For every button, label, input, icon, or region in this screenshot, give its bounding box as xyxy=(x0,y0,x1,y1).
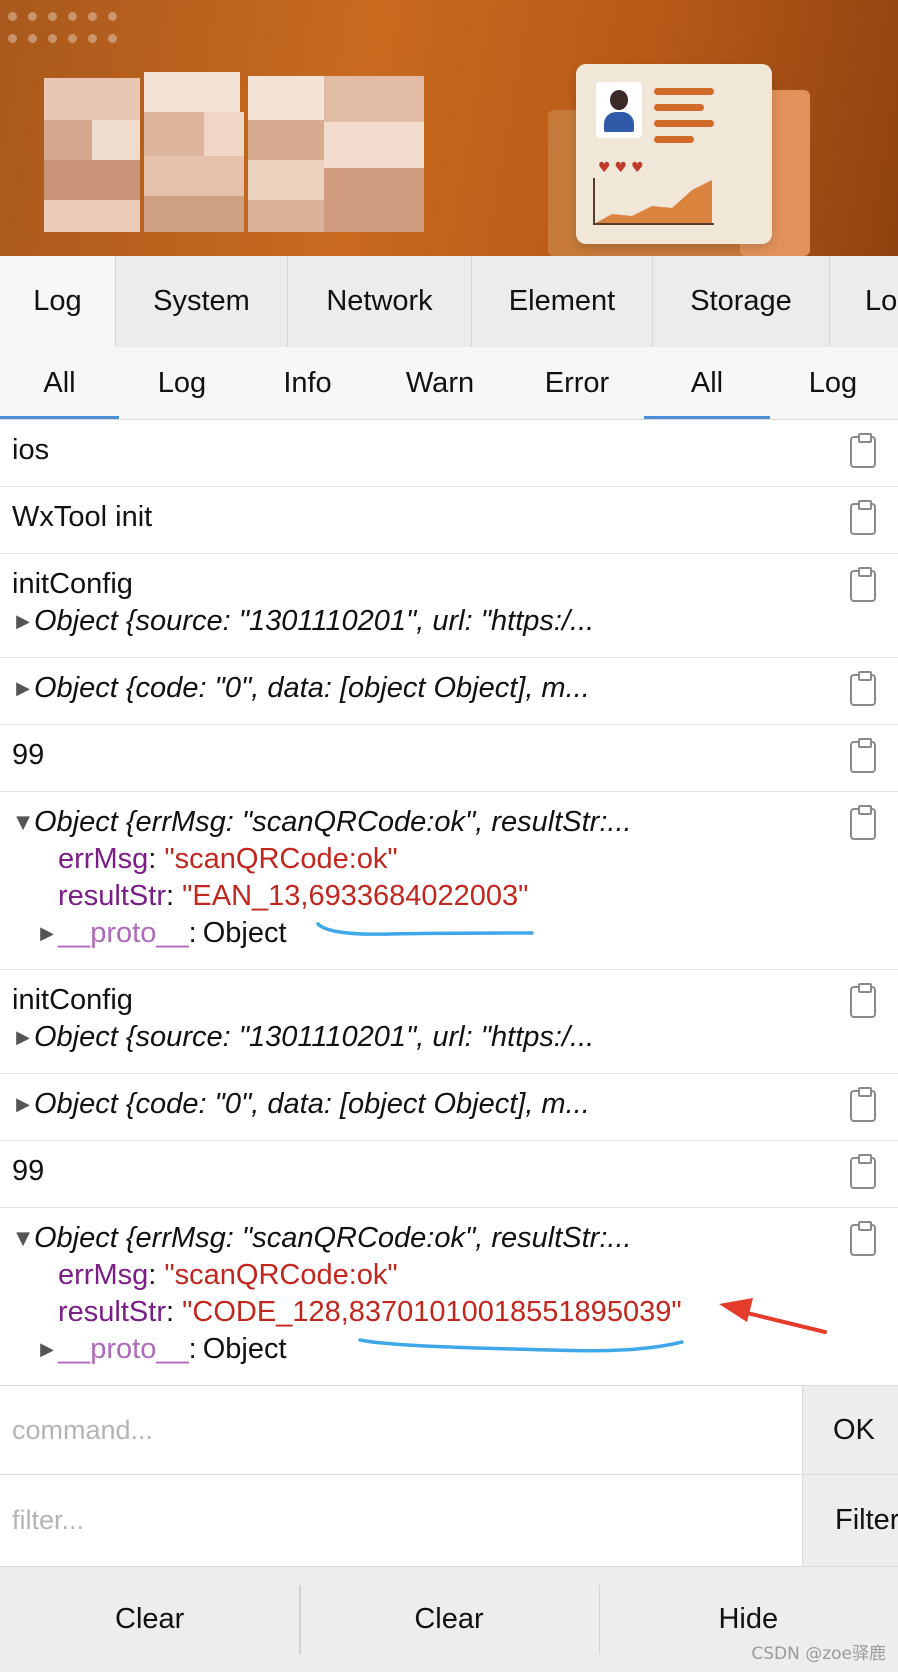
subtab-error[interactable]: Error xyxy=(510,347,644,419)
property-value: Object xyxy=(202,917,287,949)
property-value: "CODE_128,83701010018551895039" xyxy=(182,1296,682,1328)
illustration-bar xyxy=(654,136,694,143)
hearts-icon: ♥♥♥ xyxy=(598,160,648,176)
collapse-triangle-icon[interactable]: ▼ xyxy=(12,804,34,841)
avatar-illustration xyxy=(596,82,642,138)
illustration-bar xyxy=(654,88,714,95)
object-summary[interactable]: ▼ Object {errMsg: "scanQRCode:ok", resul… xyxy=(12,1220,828,1257)
tab-storage[interactable]: Storage xyxy=(653,256,830,347)
log-item: 99 xyxy=(0,725,898,792)
copy-icon[interactable] xyxy=(850,433,876,468)
filter-button[interactable]: Filter xyxy=(802,1475,898,1566)
log-text: initConfig xyxy=(12,984,133,1016)
command-input[interactable] xyxy=(0,1386,802,1474)
log-filter-bar: All Log Info Warn Error All Log xyxy=(0,347,898,420)
object-property: errMsg: "scanQRCode:ok" xyxy=(58,1259,398,1291)
log-item: ▼ Object {errMsg: "scanQRCode:ok", resul… xyxy=(0,792,898,970)
object-preview: Object {source: "1301110201", url: "http… xyxy=(34,605,595,637)
expand-triangle-icon[interactable]: ▶ xyxy=(12,1019,34,1056)
subtab-all-2[interactable]: All xyxy=(644,347,770,419)
property-value: "EAN_13,6933684022003" xyxy=(182,880,529,912)
clear-button[interactable]: Clear xyxy=(299,1567,598,1672)
property-key: resultStr xyxy=(58,880,166,912)
expand-triangle-icon[interactable]: ▶ xyxy=(36,915,58,952)
object-summary[interactable]: ▶ Object {source: "1301110201", url: "ht… xyxy=(12,1019,828,1056)
object-preview: Object {code: "0", data: [object Object]… xyxy=(34,1088,590,1120)
object-property: resultStr: "CODE_128,8370101001855189503… xyxy=(58,1296,682,1328)
log-item: ios xyxy=(0,420,898,487)
subtab-log[interactable]: Log xyxy=(119,347,245,419)
object-property-proto[interactable]: ▶ __proto__: Object xyxy=(12,915,828,952)
log-item: ▶ Object {code: "0", data: [object Objec… xyxy=(0,1074,898,1141)
property-value: "scanQRCode:ok" xyxy=(164,1259,398,1291)
copy-icon[interactable] xyxy=(850,805,876,840)
object-preview: Object {source: "1301110201", url: "http… xyxy=(34,1021,595,1053)
object-summary[interactable]: ▶ Object {code: "0", data: [object Objec… xyxy=(12,670,828,707)
subtab-info[interactable]: Info xyxy=(245,347,370,419)
copy-icon[interactable] xyxy=(850,738,876,773)
ok-button[interactable]: OK xyxy=(802,1386,898,1474)
tab-lo[interactable]: Lo xyxy=(830,256,898,347)
filter-row: Filter xyxy=(0,1475,898,1567)
property-value: "scanQRCode:ok" xyxy=(164,843,398,875)
watermark: CSDN @zoe驿鹿 xyxy=(751,1644,886,1664)
property-key: errMsg xyxy=(58,843,149,875)
object-preview: Object {code: "0", data: [object Object]… xyxy=(34,672,590,704)
subtab-all[interactable]: All xyxy=(0,347,119,419)
banner-image: ♥♥♥ xyxy=(0,0,898,256)
log-item: initConfig ▶ Object {source: "1301110201… xyxy=(0,554,898,658)
expand-triangle-icon[interactable]: ▶ xyxy=(12,603,34,640)
object-property: resultStr: "EAN_13,6933684022003" xyxy=(58,880,529,912)
log-text: initConfig xyxy=(12,568,133,600)
subtab-log-2[interactable]: Log xyxy=(770,347,896,419)
copy-icon[interactable] xyxy=(850,1154,876,1189)
object-property: errMsg: "scanQRCode:ok" xyxy=(58,843,398,875)
property-key: resultStr xyxy=(58,1296,166,1328)
tab-system[interactable]: System xyxy=(116,256,288,347)
object-summary[interactable]: ▶ Object {code: "0", data: [object Objec… xyxy=(12,1086,828,1123)
expand-triangle-icon[interactable]: ▶ xyxy=(36,1331,58,1368)
collapse-triangle-icon[interactable]: ▼ xyxy=(12,1220,34,1257)
copy-icon[interactable] xyxy=(850,1221,876,1256)
tab-network[interactable]: Network xyxy=(288,256,472,347)
property-key: errMsg xyxy=(58,1259,149,1291)
log-text: WxTool init xyxy=(12,501,153,533)
log-text: 99 xyxy=(12,1155,45,1187)
copy-icon[interactable] xyxy=(850,983,876,1018)
log-item: 99 xyxy=(0,1141,898,1208)
clear-log-button[interactable]: Clear xyxy=(0,1567,299,1672)
property-key: __proto__ xyxy=(58,1333,189,1365)
illustration-bar xyxy=(654,104,704,111)
copy-icon[interactable] xyxy=(850,1087,876,1122)
property-value: Object xyxy=(202,1333,287,1365)
tab-log[interactable]: Log xyxy=(0,256,116,347)
log-text: 99 xyxy=(12,739,45,771)
tab-element[interactable]: Element xyxy=(472,256,653,347)
command-row: OK xyxy=(0,1385,898,1475)
illustration-chart xyxy=(593,178,714,225)
object-summary[interactable]: ▶ Object {source: "1301110201", url: "ht… xyxy=(12,603,828,640)
copy-icon[interactable] xyxy=(850,671,876,706)
copy-icon[interactable] xyxy=(850,500,876,535)
devtools-tab-bar: Log System Network Element Storage Lo xyxy=(0,256,898,348)
object-preview: Object {errMsg: "scanQRCode:ok", resultS… xyxy=(34,806,632,838)
log-text: ios xyxy=(12,434,50,466)
illustration-bar xyxy=(654,120,714,127)
object-preview: Object {errMsg: "scanQRCode:ok", resultS… xyxy=(34,1222,632,1254)
annotation-arrow-icon xyxy=(719,1298,827,1334)
log-item: WxTool init xyxy=(0,487,898,554)
subtab-warn[interactable]: Warn xyxy=(370,347,510,419)
log-item: ▶ Object {code: "0", data: [object Objec… xyxy=(0,658,898,725)
property-key: __proto__ xyxy=(58,917,189,949)
log-item: initConfig ▶ Object {source: "1301110201… xyxy=(0,970,898,1074)
object-property-proto[interactable]: ▶ __proto__: Object xyxy=(12,1331,828,1368)
object-summary[interactable]: ▼ Object {errMsg: "scanQRCode:ok", resul… xyxy=(12,804,828,841)
copy-icon[interactable] xyxy=(850,567,876,602)
expand-triangle-icon[interactable]: ▶ xyxy=(12,1086,34,1123)
expand-triangle-icon[interactable]: ▶ xyxy=(12,670,34,707)
log-list: ios WxTool init initConfig ▶ Object {sou… xyxy=(0,420,898,1380)
filter-input[interactable] xyxy=(0,1475,802,1566)
